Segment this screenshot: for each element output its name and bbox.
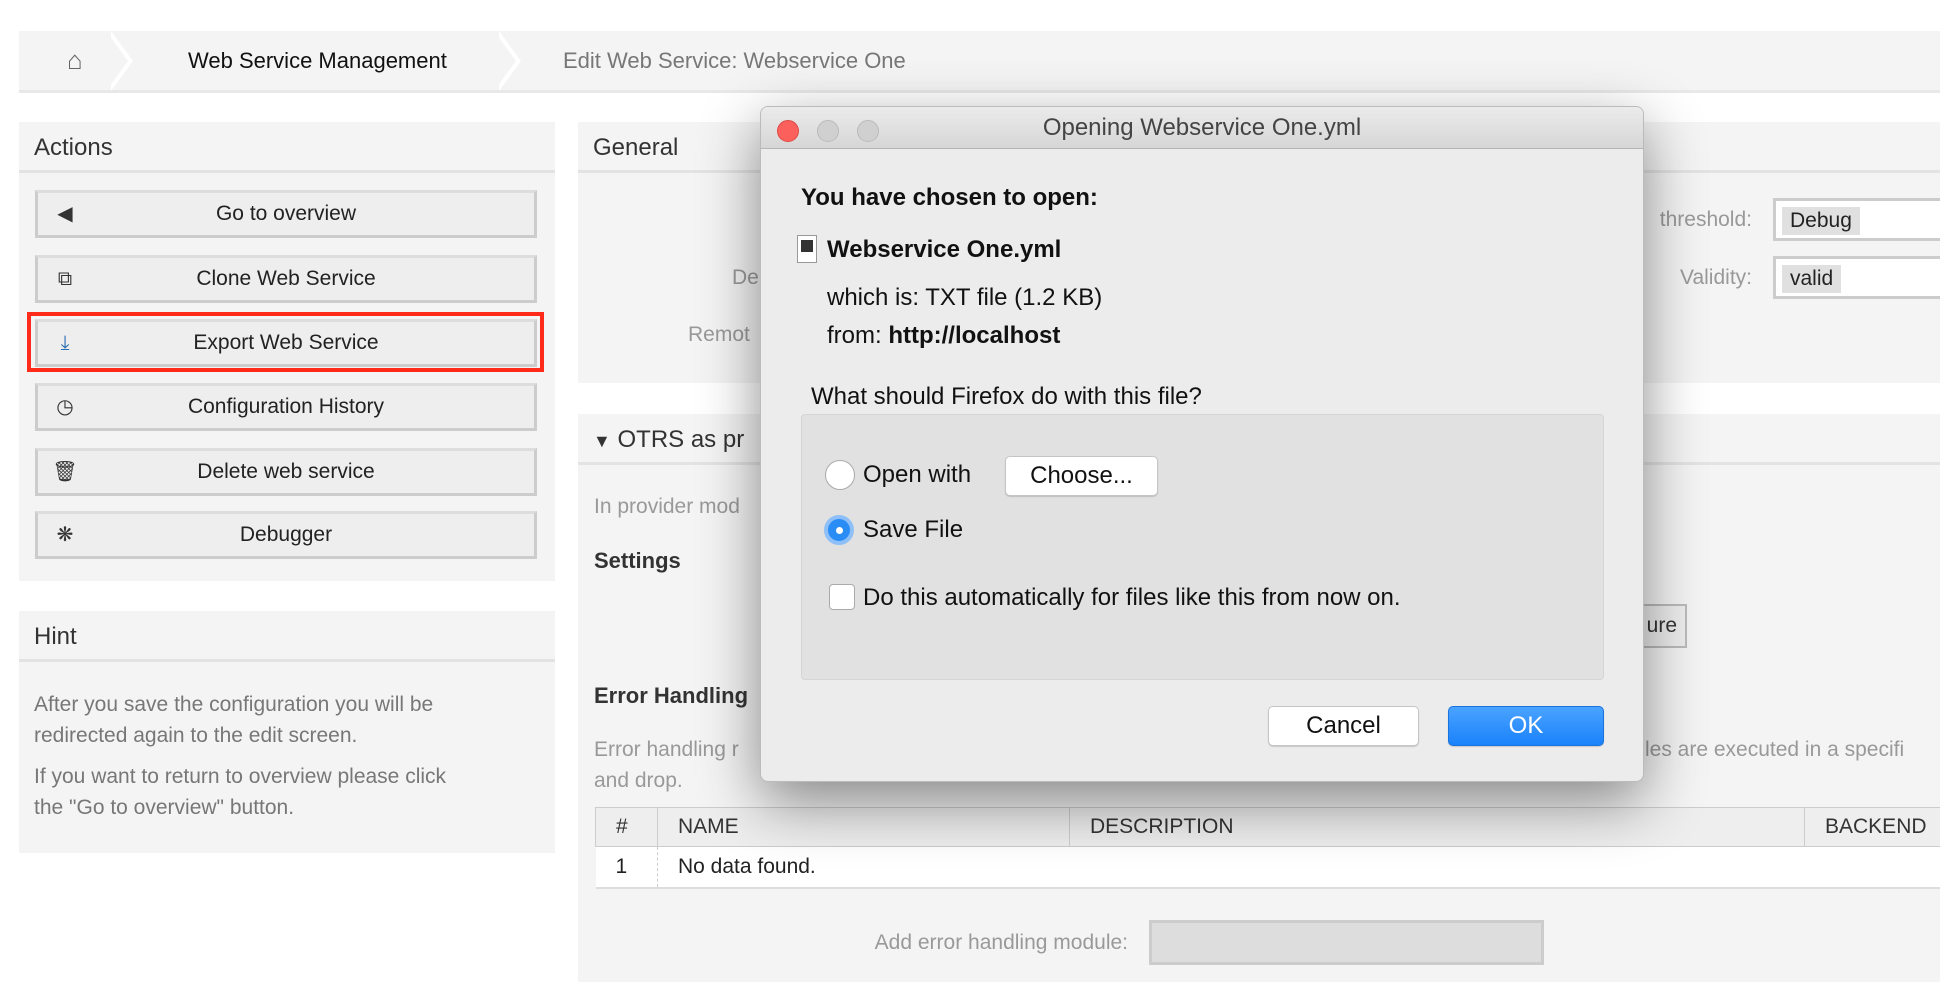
error-handling-table: # NAME DESCRIPTION BACKEND 1 No data found. xyxy=(595,807,1940,889)
threshold-label: threshold: xyxy=(1659,208,1752,231)
settings-heading: Settings xyxy=(594,548,681,573)
hint-title: Hint xyxy=(19,611,555,662)
auto-checkbox[interactable] xyxy=(829,584,855,610)
button-label: Clone Web Service xyxy=(196,267,376,290)
home-icon[interactable]: ⌂ xyxy=(67,31,83,90)
breadcrumb-separator xyxy=(106,31,133,91)
options-box xyxy=(801,414,1604,680)
highlight-box xyxy=(27,312,544,372)
open-file-dialog: Opening Webservice One.yml You have chos… xyxy=(760,106,1644,782)
dialog-title: Opening Webservice One.yml xyxy=(1042,114,1362,141)
bug-icon: ❋ xyxy=(56,524,74,546)
button-label: Configuration History xyxy=(187,395,385,418)
add-module-label: Add error handling module: xyxy=(874,931,1128,954)
validity-value: valid xyxy=(1782,265,1842,293)
dialog-heading: You have chosen to open: xyxy=(801,184,1098,211)
button-label: Debugger xyxy=(239,523,333,546)
cancel-button[interactable]: Cancel xyxy=(1268,706,1419,746)
file-name: Webservice One.yml xyxy=(827,236,1062,263)
breadcrumb-web-service-management[interactable]: Web Service Management xyxy=(188,31,447,90)
breadcrumb: ⌂ Web Service Management Edit Web Servic… xyxy=(19,31,1940,93)
configuration-history-button[interactable]: ◷ Configuration History xyxy=(35,383,537,431)
breadcrumb-current: Edit Web Service: Webservice One xyxy=(563,48,906,73)
provider-title: OTRS as pr xyxy=(617,426,745,453)
clock-icon: ◷ xyxy=(56,396,74,418)
error-handling-text: Error handling r xyxy=(594,738,739,761)
description-label: De xyxy=(732,266,759,289)
button-label: Delete web service xyxy=(197,460,375,483)
column-header[interactable]: BACKEND xyxy=(1804,807,1940,847)
auto-label: Do this automatically for files like thi… xyxy=(863,584,1401,611)
threshold-select[interactable]: Debug xyxy=(1773,198,1940,241)
hint-text: the "Go to overview" button. xyxy=(34,796,295,819)
table-cell: No data found. xyxy=(657,846,1940,889)
hint-text: redirected again to the edit screen. xyxy=(34,724,358,747)
delete-web-service-button[interactable]: 🗑 Delete web service xyxy=(35,448,537,496)
threshold-value: Debug xyxy=(1782,207,1860,235)
error-handling-text: les are executed in a specifi xyxy=(1645,738,1905,761)
column-header: # xyxy=(595,807,658,847)
button-label: Go to overview xyxy=(215,202,357,225)
remote-label: Remot xyxy=(688,323,750,346)
triangle-down-icon: ▼ xyxy=(593,431,611,451)
from-label: from: xyxy=(827,322,882,349)
go-to-overview-button[interactable]: ◀ Go to overview xyxy=(35,190,537,238)
source-url: http://localhost xyxy=(888,322,1061,349)
error-handling-heading: Error Handling xyxy=(594,683,749,708)
validity-label: Validity: xyxy=(1680,266,1752,289)
file-type: TXT file (1.2 KB) xyxy=(925,284,1103,311)
hint-text: If you want to return to overview please… xyxy=(34,765,447,788)
open-with-label: Open with xyxy=(863,461,972,488)
choose-button[interactable]: Choose... xyxy=(1005,456,1158,496)
hint-panel: Hint After you save the configuration yo… xyxy=(19,611,555,853)
minimize-icon[interactable] xyxy=(817,120,839,142)
which-is-label: which is: xyxy=(827,284,920,311)
validity-select[interactable]: valid xyxy=(1773,256,1940,299)
dialog-title-bar[interactable]: Opening Webservice One.yml xyxy=(761,107,1643,149)
column-header[interactable]: DESCRIPTION xyxy=(1069,807,1805,847)
debugger-button[interactable]: ❋ Debugger xyxy=(35,511,537,559)
column-header[interactable]: NAME xyxy=(657,807,1070,847)
breadcrumb-separator xyxy=(494,31,521,91)
save-file-radio[interactable] xyxy=(824,515,854,545)
trash-icon: 🗑 xyxy=(52,461,78,483)
caret-left-icon: ◀ xyxy=(57,203,73,225)
dialog-question: What should Firefox do with this file? xyxy=(811,383,1202,410)
actions-title: Actions xyxy=(19,122,555,173)
file-icon xyxy=(797,235,817,263)
save-file-label: Save File xyxy=(863,516,964,543)
error-handling-text: and drop. xyxy=(594,769,683,792)
open-with-radio[interactable] xyxy=(825,460,855,490)
table-cell: 1 xyxy=(595,846,658,889)
ok-button[interactable]: OK xyxy=(1448,706,1604,746)
clone-web-service-button[interactable]: ⧉ Clone Web Service xyxy=(35,255,537,303)
table-row: 1 No data found. xyxy=(595,846,1940,889)
maximize-icon[interactable] xyxy=(857,120,879,142)
add-module-select[interactable] xyxy=(1149,920,1544,965)
hint-text: After you save the configuration you wil… xyxy=(34,693,434,716)
provider-intro: In provider mod xyxy=(594,495,740,518)
close-icon[interactable] xyxy=(777,120,799,142)
clone-icon: ⧉ xyxy=(57,268,73,290)
